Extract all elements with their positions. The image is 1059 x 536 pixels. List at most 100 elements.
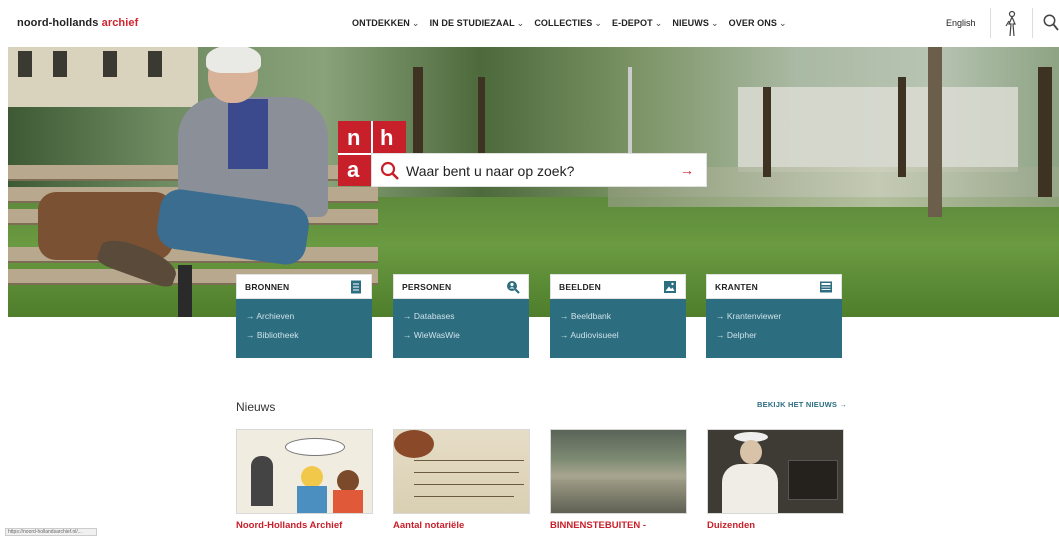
- card-kranten: KRANTEN → Krantenviewer → Delpher: [706, 274, 842, 358]
- nav-item-studiezaal[interactable]: IN DE STUDIEZAAL ⌄: [430, 18, 525, 29]
- person-hair: [206, 47, 261, 73]
- card-body: → Databases → WieWasWie: [393, 299, 529, 358]
- card-title: KRANTEN: [715, 281, 758, 292]
- nav-item-e-depot[interactable]: E-DEPOT ⌄: [612, 18, 662, 29]
- nav-item-over-ons[interactable]: OVER ONS ⌄: [729, 18, 787, 29]
- card-title: BRONNEN: [245, 281, 290, 292]
- view-news-link[interactable]: BEKIJK HET NIEUWS →: [757, 400, 847, 409]
- chevron-down-icon: ⌄: [778, 18, 787, 28]
- nav-item-collecties[interactable]: COLLECTIES ⌄: [534, 18, 602, 29]
- link-beeldbank[interactable]: → Beeldbank: [560, 311, 676, 321]
- site-header: noord-hollands archief ONTDEKKEN ⌄ IN DE …: [0, 0, 1059, 47]
- card-body: → Beeldbank → Audiovisueel: [550, 299, 686, 358]
- link-databases[interactable]: → Databases: [403, 311, 519, 321]
- tree-trunk: [763, 87, 771, 177]
- news-caption[interactable]: Noord-Hollands Archief: [236, 520, 373, 531]
- link-audiovisueel[interactable]: → Audiovisueel: [560, 330, 676, 340]
- comic-figure: [251, 456, 273, 506]
- nav-label: ONTDEKKEN: [352, 18, 410, 28]
- book-icon: [351, 280, 361, 293]
- link-bibliotheek[interactable]: → Bibliotheek: [246, 330, 362, 340]
- card-personen: PERSONEN → Databases → WieWasWie: [393, 274, 529, 358]
- site-logo[interactable]: noord-hollands archief: [17, 17, 138, 29]
- logo-line: [371, 121, 373, 155]
- news-caption[interactable]: Duizenden: [707, 520, 844, 531]
- portrait-object: [788, 460, 838, 500]
- chevron-down-icon: ⌄: [516, 18, 525, 28]
- news-item[interactable]: Noord-Hollands Archief: [236, 429, 373, 531]
- nav-label: COLLECTIES: [534, 18, 593, 28]
- city-crowd: [551, 480, 686, 513]
- site-search[interactable]: Waar bent u naar op zoek? →: [371, 153, 707, 187]
- nav-label: E-DEPOT: [612, 18, 653, 28]
- nav-label: NIEUWS: [672, 18, 709, 28]
- chevron-down-icon: ⌄: [411, 18, 420, 28]
- brand-accent: archief: [101, 17, 139, 29]
- nav-item-ontdekken[interactable]: ONTDEKKEN ⌄: [352, 18, 420, 29]
- link-delpher[interactable]: → Delpher: [716, 330, 832, 340]
- card-beelden: BEELDEN → Beeldbank → Audiovisueel: [550, 274, 686, 358]
- logo-letter-a: a: [347, 157, 360, 182]
- comic-head: [337, 470, 359, 492]
- chevron-down-icon: ⌄: [710, 18, 719, 28]
- window: [18, 51, 32, 77]
- wax-seal: [394, 430, 434, 458]
- chevron-down-icon: ⌄: [654, 18, 663, 28]
- news-thumbnail[interactable]: [236, 429, 373, 514]
- news-thumbnail[interactable]: [393, 429, 530, 514]
- header-divider: [990, 8, 991, 38]
- language-switch[interactable]: English: [946, 18, 976, 28]
- news-item[interactable]: Aantal notariële: [393, 429, 530, 531]
- card-bronnen: BRONNEN → Archieven → Bibliotheek: [236, 274, 372, 358]
- card-title: BEELDEN: [559, 281, 602, 292]
- handwriting-line: [414, 484, 524, 485]
- comic-head: [301, 466, 323, 488]
- image-icon: [664, 280, 676, 293]
- news-thumbnail[interactable]: [707, 429, 844, 514]
- card-body: → Krantenviewer → Delpher: [706, 299, 842, 358]
- news-thumbnail[interactable]: [550, 429, 687, 514]
- handwriting-line: [414, 496, 514, 497]
- card-header[interactable]: KRANTEN: [706, 274, 842, 299]
- card-header[interactable]: PERSONEN: [393, 274, 529, 299]
- newspaper-icon: [820, 281, 832, 292]
- search-icon: [380, 161, 399, 180]
- window: [53, 51, 67, 77]
- nav-item-nieuws[interactable]: NIEUWS ⌄: [672, 18, 718, 29]
- link-wiewaswie[interactable]: → WieWasWie: [403, 330, 519, 340]
- main-nav: ONTDEKKEN ⌄ IN DE STUDIEZAAL ⌄ COLLECTIES ⌄…: [352, 18, 787, 29]
- nav-label: IN DE STUDIEZAAL: [429, 18, 515, 28]
- nav-label: OVER ONS: [728, 18, 777, 28]
- card-title: PERSONEN: [402, 281, 452, 292]
- visitor-icon[interactable]: [1002, 10, 1022, 38]
- comic-body: [297, 486, 327, 513]
- card-header[interactable]: BRONNEN: [236, 274, 372, 299]
- handwriting-line: [414, 472, 519, 473]
- news-heading: Nieuws: [236, 400, 276, 414]
- person-shirt: [228, 99, 268, 169]
- speech-bubble: [285, 438, 345, 456]
- person-search-icon: [507, 280, 520, 294]
- tree-trunk: [928, 47, 942, 217]
- logo-letter-n: n: [347, 125, 361, 150]
- news-caption[interactable]: Aantal notariële: [393, 520, 530, 531]
- hero-building-far: [738, 87, 1018, 172]
- tree-trunk: [898, 77, 906, 177]
- card-header[interactable]: BEELDEN: [550, 274, 686, 299]
- chevron-down-icon: ⌄: [594, 18, 602, 28]
- window: [103, 51, 117, 77]
- handwriting-line: [414, 460, 524, 461]
- news-item[interactable]: Duizenden: [707, 429, 844, 531]
- search-input[interactable]: Waar bent u naar op zoek?: [406, 163, 574, 179]
- brand-name: noord-hollands: [17, 17, 102, 29]
- search-submit-button[interactable]: →: [680, 162, 694, 178]
- tree-trunk: [1038, 67, 1052, 197]
- search-icon[interactable]: [1043, 14, 1059, 32]
- news-item[interactable]: BINNENSTEBUITEN -: [550, 429, 687, 531]
- link-archieven[interactable]: → Archieven: [246, 311, 362, 321]
- link-krantenviewer[interactable]: → Krantenviewer: [716, 311, 832, 321]
- card-body: → Archieven → Bibliotheek: [236, 299, 372, 358]
- browser-status-bar: https://noord-hollandsarchief.nl/...: [5, 528, 97, 536]
- news-caption[interactable]: BINNENSTEBUITEN -: [550, 520, 687, 531]
- comic-body: [333, 490, 363, 513]
